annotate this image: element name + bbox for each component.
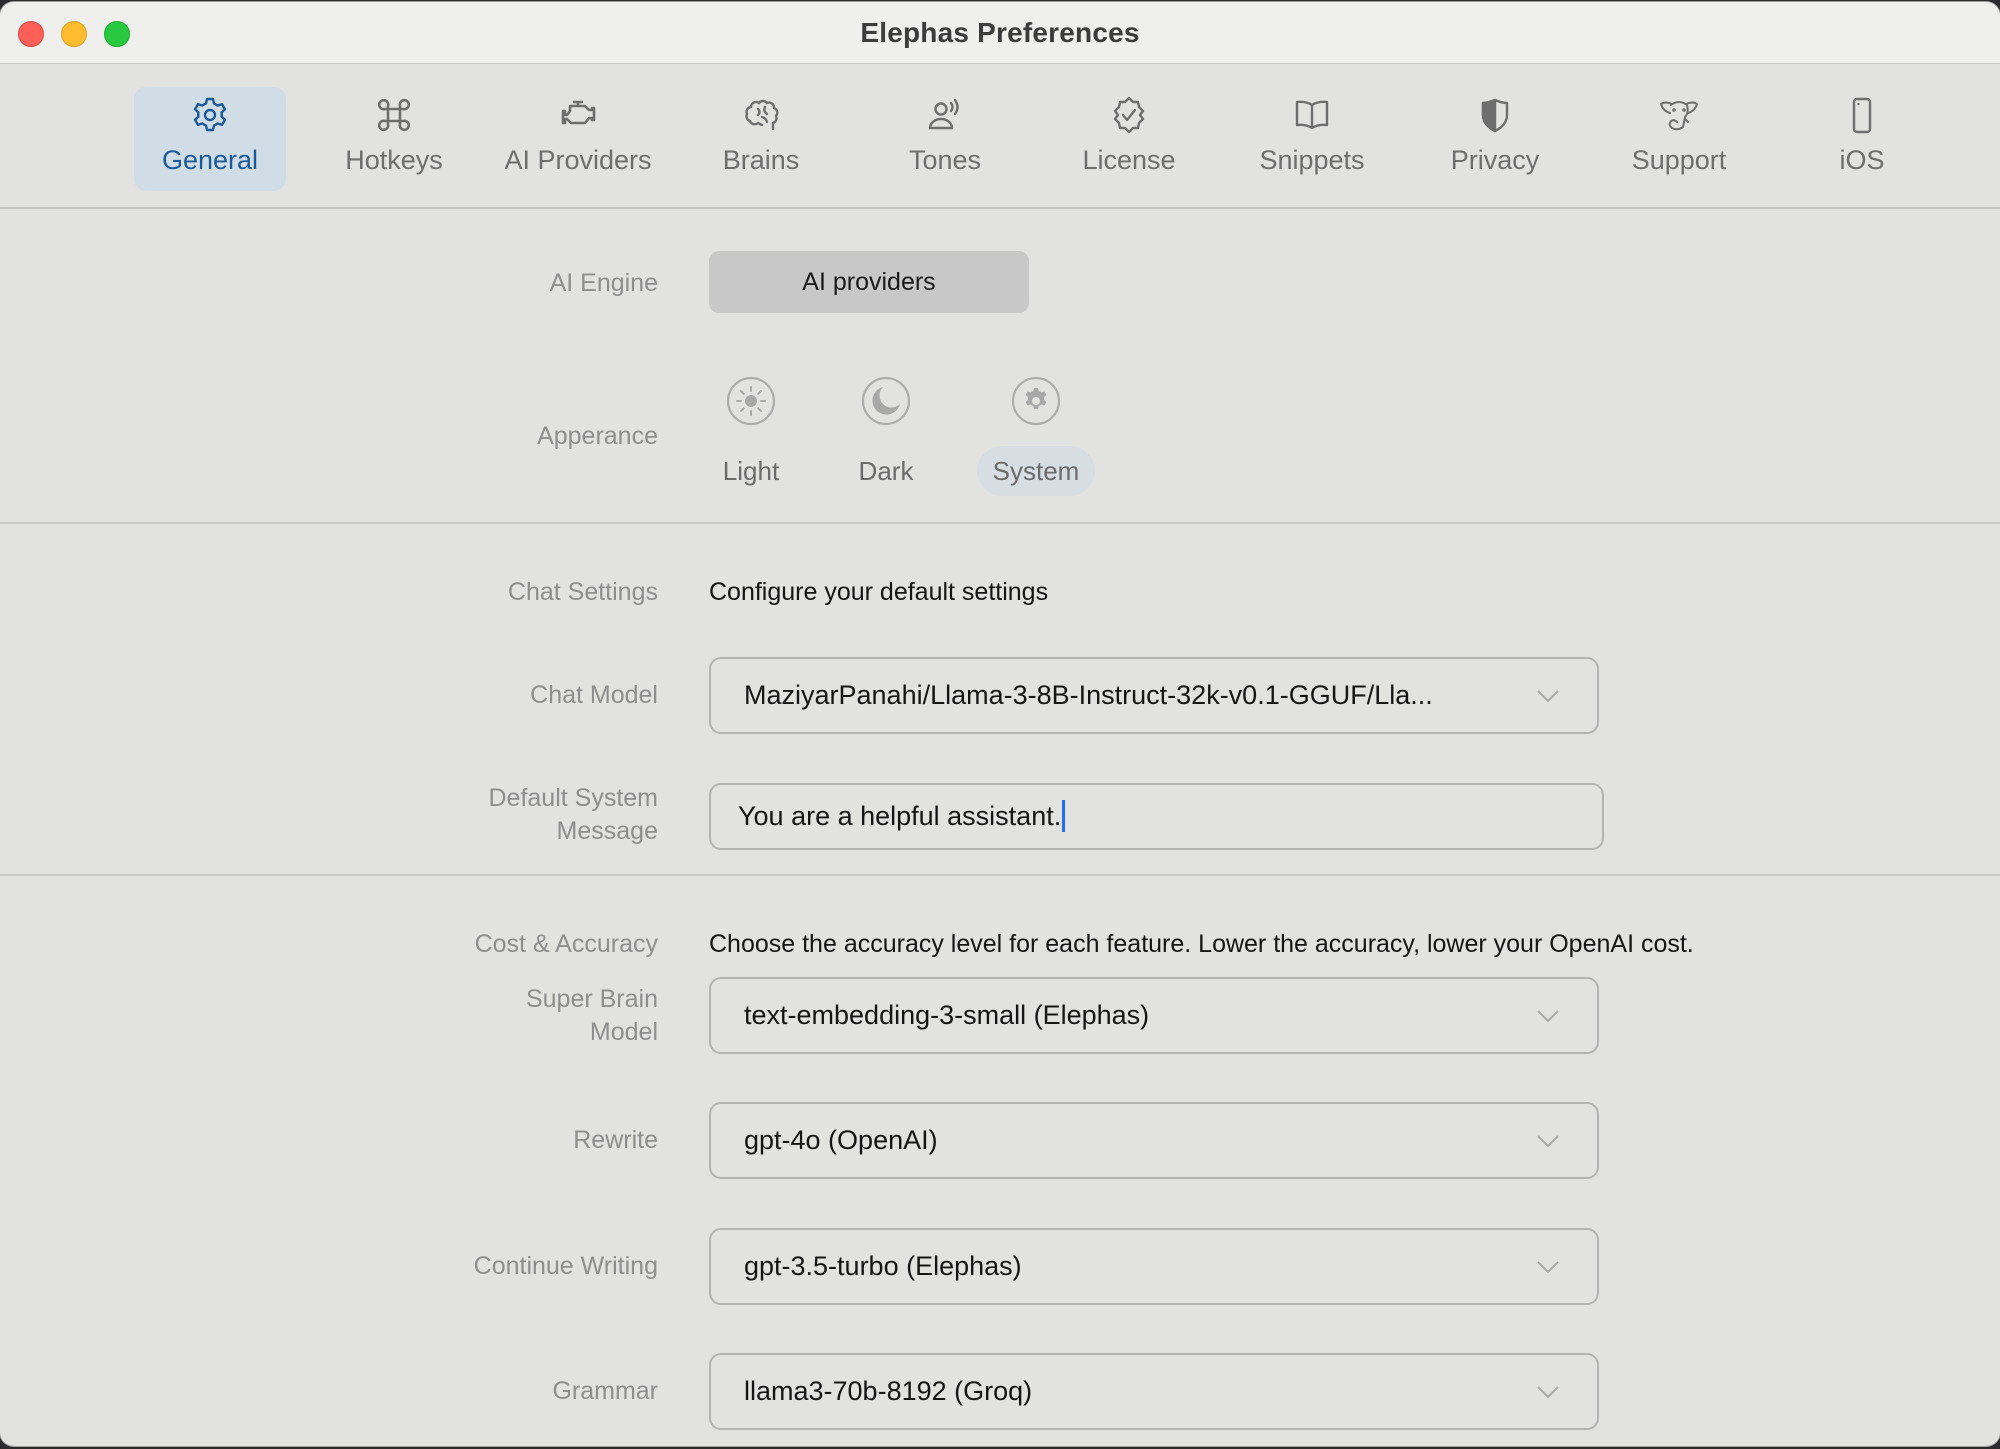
system-message-value: You are a helpful assistant. xyxy=(738,785,1066,848)
super-brain-label-line1: Super Brain xyxy=(525,985,658,1013)
preferences-toolbar: General Hotkeys AI Providers Brains Tone… xyxy=(0,65,2000,209)
cost-accuracy-label: Cost & Accuracy xyxy=(474,930,658,958)
grammar-label: Grammar xyxy=(552,1377,658,1405)
preferences-window: Elephas Preferences General Hotkeys AI P… xyxy=(0,2,2000,1446)
continue-writing-model-select[interactable]: gpt-3.5-turbo (Elephas) xyxy=(709,1228,1599,1305)
tab-snippets[interactable]: Snippets xyxy=(1236,87,1388,191)
ai-providers-button[interactable]: AI providers xyxy=(709,251,1029,313)
super-brain-label: Super Brain Model xyxy=(526,983,658,1049)
appearance-system-option[interactable]: System xyxy=(977,372,1095,502)
chat-settings-label: Chat Settings xyxy=(507,578,658,606)
tab-privacy[interactable]: Privacy xyxy=(1419,87,1571,191)
chat-model-value: MaziyarPanahi/Llama-3-8B-Instruct-32k-v0… xyxy=(744,680,1433,710)
chat-model-select[interactable]: MaziyarPanahi/Llama-3-8B-Instruct-32k-v0… xyxy=(709,657,1599,734)
tab-label: Snippets xyxy=(1259,145,1365,175)
appearance-label: Apperance xyxy=(537,422,658,450)
tab-license[interactable]: License xyxy=(1053,87,1205,191)
tab-ai-providers[interactable]: AI Providers xyxy=(502,87,654,191)
moon-icon xyxy=(861,376,911,426)
grammar-model-value: llama3-70b-8192 (Groq) xyxy=(744,1376,1033,1406)
gear-icon xyxy=(1011,376,1061,426)
tab-support[interactable]: Support xyxy=(1603,87,1755,191)
system-message-label-line2: Message xyxy=(556,817,658,845)
system-message-text: You are a helpful assistant. xyxy=(738,801,1062,831)
appearance-option-label: System xyxy=(977,446,1095,496)
appearance-option-label: Light xyxy=(722,456,780,486)
section-divider xyxy=(0,522,2000,524)
tab-brains[interactable]: Brains xyxy=(685,87,837,191)
chat-settings-description: Configure your default settings xyxy=(709,578,1049,606)
appearance-option-label: Dark xyxy=(858,456,914,486)
chevron-down-icon xyxy=(1535,1254,1561,1280)
rewrite-model-value: gpt-4o (OpenAI) xyxy=(744,1125,938,1155)
rewrite-model-select[interactable]: gpt-4o (OpenAI) xyxy=(709,1102,1599,1179)
tab-hotkeys[interactable]: Hotkeys xyxy=(318,87,470,191)
system-message-label: Default System Message xyxy=(488,782,658,848)
tab-label: AI Providers xyxy=(504,145,652,175)
continue-writing-model-value: gpt-3.5-turbo (Elephas) xyxy=(744,1251,1022,1281)
section-divider xyxy=(0,874,2000,876)
iphone-icon xyxy=(1842,95,1882,135)
chevron-down-icon xyxy=(1535,683,1561,709)
chevron-down-icon xyxy=(1535,1128,1561,1154)
book-icon xyxy=(1292,95,1332,135)
continue-writing-label: Continue Writing xyxy=(473,1252,658,1280)
tab-label: iOS xyxy=(1839,145,1885,175)
tab-label: Brains xyxy=(722,145,800,175)
super-brain-model-select[interactable]: text-embedding-3-small (Elephas) xyxy=(709,977,1599,1054)
chevron-down-icon xyxy=(1535,1379,1561,1405)
sun-icon xyxy=(726,376,776,426)
appearance-light-option[interactable]: Light xyxy=(696,372,806,502)
elephant-icon xyxy=(1659,95,1699,135)
checkmark-seal-icon xyxy=(1109,95,1149,135)
tab-label: License xyxy=(1082,145,1176,175)
shield-icon xyxy=(1475,95,1515,135)
tab-label: General xyxy=(161,145,259,175)
window-title: Elephas Preferences xyxy=(860,17,1140,48)
tab-label: Privacy xyxy=(1450,145,1540,175)
super-brain-label-line2: Model xyxy=(589,1018,658,1046)
text-caret xyxy=(1062,799,1066,832)
brain-icon xyxy=(741,95,781,135)
tab-label: Support xyxy=(1631,145,1727,175)
grammar-model-select[interactable]: llama3-70b-8192 (Groq) xyxy=(709,1353,1599,1430)
command-key-icon xyxy=(374,95,414,135)
ai-engine-label: AI Engine xyxy=(549,269,658,297)
tab-label: Tones xyxy=(908,145,982,175)
rewrite-label: Rewrite xyxy=(573,1126,658,1154)
system-message-label-line1: Default System xyxy=(488,784,658,812)
tab-tones[interactable]: Tones xyxy=(869,87,1021,191)
super-brain-model-value: text-embedding-3-small (Elephas) xyxy=(744,1000,1150,1030)
system-message-input[interactable]: You are a helpful assistant. xyxy=(709,783,1604,850)
engine-icon xyxy=(558,95,598,135)
chevron-down-icon xyxy=(1535,1003,1561,1029)
title-bar: Elephas Preferences xyxy=(0,2,2000,64)
cost-accuracy-description: Choose the accuracy level for each featu… xyxy=(709,930,1694,958)
person-voice-icon xyxy=(925,95,965,135)
appearance-dark-option[interactable]: Dark xyxy=(831,372,941,502)
gear-icon xyxy=(190,95,230,135)
tab-general[interactable]: General xyxy=(134,87,286,191)
tab-label: Hotkeys xyxy=(345,145,443,175)
tab-ios[interactable]: iOS xyxy=(1786,87,1938,191)
chat-model-label: Chat Model xyxy=(530,681,658,709)
